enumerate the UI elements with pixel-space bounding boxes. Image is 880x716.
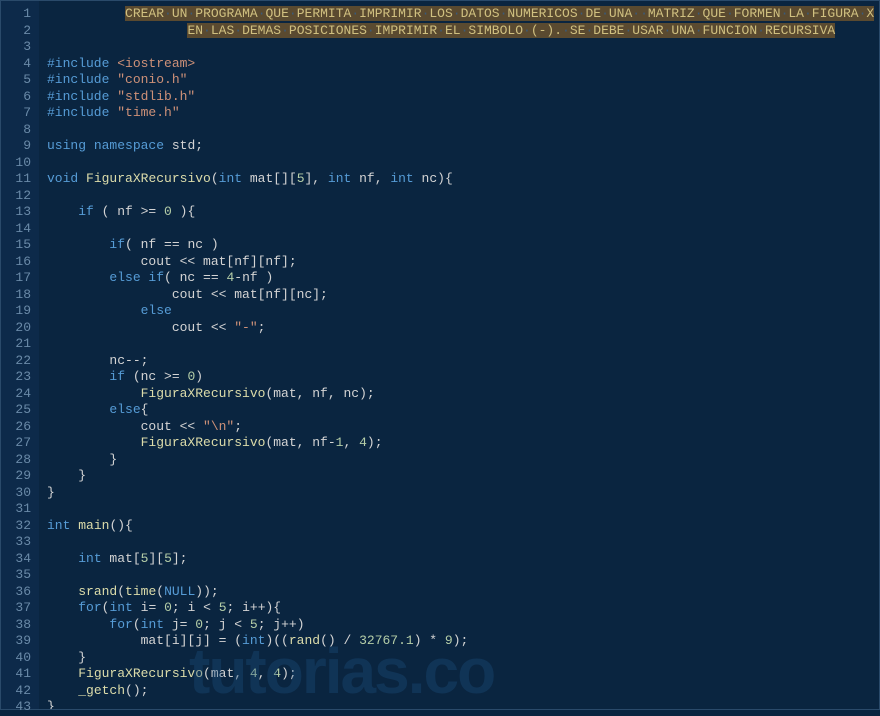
line-number-gutter: 1234567891011121314151617181920212223242… bbox=[1, 1, 39, 709]
line-number: 39 bbox=[13, 633, 31, 650]
code-line[interactable]: } bbox=[47, 699, 879, 709]
code-line[interactable]: int main(){ bbox=[47, 518, 879, 535]
line-number: 43 bbox=[13, 699, 31, 716]
line-number: 21 bbox=[13, 336, 31, 353]
line-number: 1 bbox=[13, 6, 31, 23]
line-number: 42 bbox=[13, 683, 31, 700]
line-number: 24 bbox=[13, 386, 31, 403]
code-line[interactable]: int mat[5][5]; bbox=[47, 551, 879, 568]
line-number: 38 bbox=[13, 617, 31, 634]
code-line[interactable]: else bbox=[47, 303, 879, 320]
line-number: 12 bbox=[13, 188, 31, 205]
code-editor[interactable]: 1234567891011121314151617181920212223242… bbox=[0, 0, 880, 710]
code-line[interactable]: } bbox=[47, 650, 879, 667]
line-number: 23 bbox=[13, 369, 31, 386]
line-number: 13 bbox=[13, 204, 31, 221]
line-number: 8 bbox=[13, 122, 31, 139]
code-line[interactable]: cout << mat[nf][nf]; bbox=[47, 254, 879, 271]
line-number: 34 bbox=[13, 551, 31, 568]
code-line[interactable]: if (nc >= 0) bbox=[47, 369, 879, 386]
code-line[interactable]: if ( nf >= 0 ){ bbox=[47, 204, 879, 221]
code-line[interactable]: for(int i= 0; i < 5; i++){ bbox=[47, 600, 879, 617]
code-line[interactable]: for(int j= 0; j < 5; j++) bbox=[47, 617, 879, 634]
code-line[interactable]: mat[i][j] = (int)((rand() / 32767.1) * 9… bbox=[47, 633, 879, 650]
line-number: 20 bbox=[13, 320, 31, 337]
code-line[interactable]: EN·LAS·DEMAS·POSICIONES·IMPRIMIR·EL·SIMB… bbox=[47, 23, 879, 40]
line-number: 11 bbox=[13, 171, 31, 188]
code-line[interactable]: #include "stdlib.h" bbox=[47, 89, 879, 106]
line-number: 6 bbox=[13, 89, 31, 106]
code-line[interactable]: srand(time(NULL)); bbox=[47, 584, 879, 601]
code-line[interactable]: } bbox=[47, 452, 879, 469]
code-line[interactable]: #include "time.h" bbox=[47, 105, 879, 122]
line-number: 16 bbox=[13, 254, 31, 271]
line-number: 31 bbox=[13, 501, 31, 518]
line-number: 5 bbox=[13, 72, 31, 89]
code-line[interactable]: if( nf == nc ) bbox=[47, 237, 879, 254]
code-line[interactable] bbox=[47, 39, 879, 56]
line-number: 32 bbox=[13, 518, 31, 535]
code-line[interactable]: cout << "-"; bbox=[47, 320, 879, 337]
line-number: 30 bbox=[13, 485, 31, 502]
code-line[interactable] bbox=[47, 122, 879, 139]
line-number: 7 bbox=[13, 105, 31, 122]
line-number: 9 bbox=[13, 138, 31, 155]
code-line[interactable] bbox=[47, 336, 879, 353]
line-number: 14 bbox=[13, 221, 31, 238]
code-line[interactable]: else if( nc == 4-nf ) bbox=[47, 270, 879, 287]
line-number: 25 bbox=[13, 402, 31, 419]
line-number: 4 bbox=[13, 56, 31, 73]
line-number: 18 bbox=[13, 287, 31, 304]
code-line[interactable]: FiguraXRecursivo(mat, nf, nc); bbox=[47, 386, 879, 403]
code-line[interactable]: cout << "\n"; bbox=[47, 419, 879, 436]
code-line[interactable]: } bbox=[47, 468, 879, 485]
code-line[interactable] bbox=[47, 188, 879, 205]
line-number: 15 bbox=[13, 237, 31, 254]
code-area[interactable]: tutorias.co CREAR·UN·PROGRAMA·QUE·PERMIT… bbox=[39, 1, 879, 709]
line-number: 37 bbox=[13, 600, 31, 617]
line-number: 17 bbox=[13, 270, 31, 287]
code-line[interactable]: FiguraXRecursivo(mat, 4, 4); bbox=[47, 666, 879, 683]
code-line[interactable] bbox=[47, 567, 879, 584]
code-line[interactable] bbox=[47, 534, 879, 551]
code-line[interactable] bbox=[47, 155, 879, 172]
code-line[interactable]: _getch(); bbox=[47, 683, 879, 700]
code-line[interactable]: else{ bbox=[47, 402, 879, 419]
line-number: 40 bbox=[13, 650, 31, 667]
code-line[interactable]: void FiguraXRecursivo(int mat[][5], int … bbox=[47, 171, 879, 188]
line-number: 27 bbox=[13, 435, 31, 452]
code-line[interactable]: CREAR·UN·PROGRAMA·QUE·PERMITA·IMPRIMIR·L… bbox=[47, 6, 879, 23]
line-number: 35 bbox=[13, 567, 31, 584]
code-line[interactable]: using namespace std; bbox=[47, 138, 879, 155]
line-number: 10 bbox=[13, 155, 31, 172]
code-line[interactable]: FiguraXRecursivo(mat, nf-1, 4); bbox=[47, 435, 879, 452]
line-number: 26 bbox=[13, 419, 31, 436]
code-line[interactable]: #include "conio.h" bbox=[47, 72, 879, 89]
code-line[interactable]: } bbox=[47, 485, 879, 502]
line-number: 19 bbox=[13, 303, 31, 320]
code-line[interactable] bbox=[47, 501, 879, 518]
line-number: 33 bbox=[13, 534, 31, 551]
line-number: 36 bbox=[13, 584, 31, 601]
code-line[interactable]: #include <iostream> bbox=[47, 56, 879, 73]
code-line[interactable]: nc--; bbox=[47, 353, 879, 370]
line-number: 3 bbox=[13, 39, 31, 56]
line-number: 22 bbox=[13, 353, 31, 370]
line-number: 41 bbox=[13, 666, 31, 683]
line-number: 2 bbox=[13, 23, 31, 40]
code-line[interactable]: cout << mat[nf][nc]; bbox=[47, 287, 879, 304]
code-line[interactable] bbox=[47, 221, 879, 238]
line-number: 28 bbox=[13, 452, 31, 469]
line-number: 29 bbox=[13, 468, 31, 485]
